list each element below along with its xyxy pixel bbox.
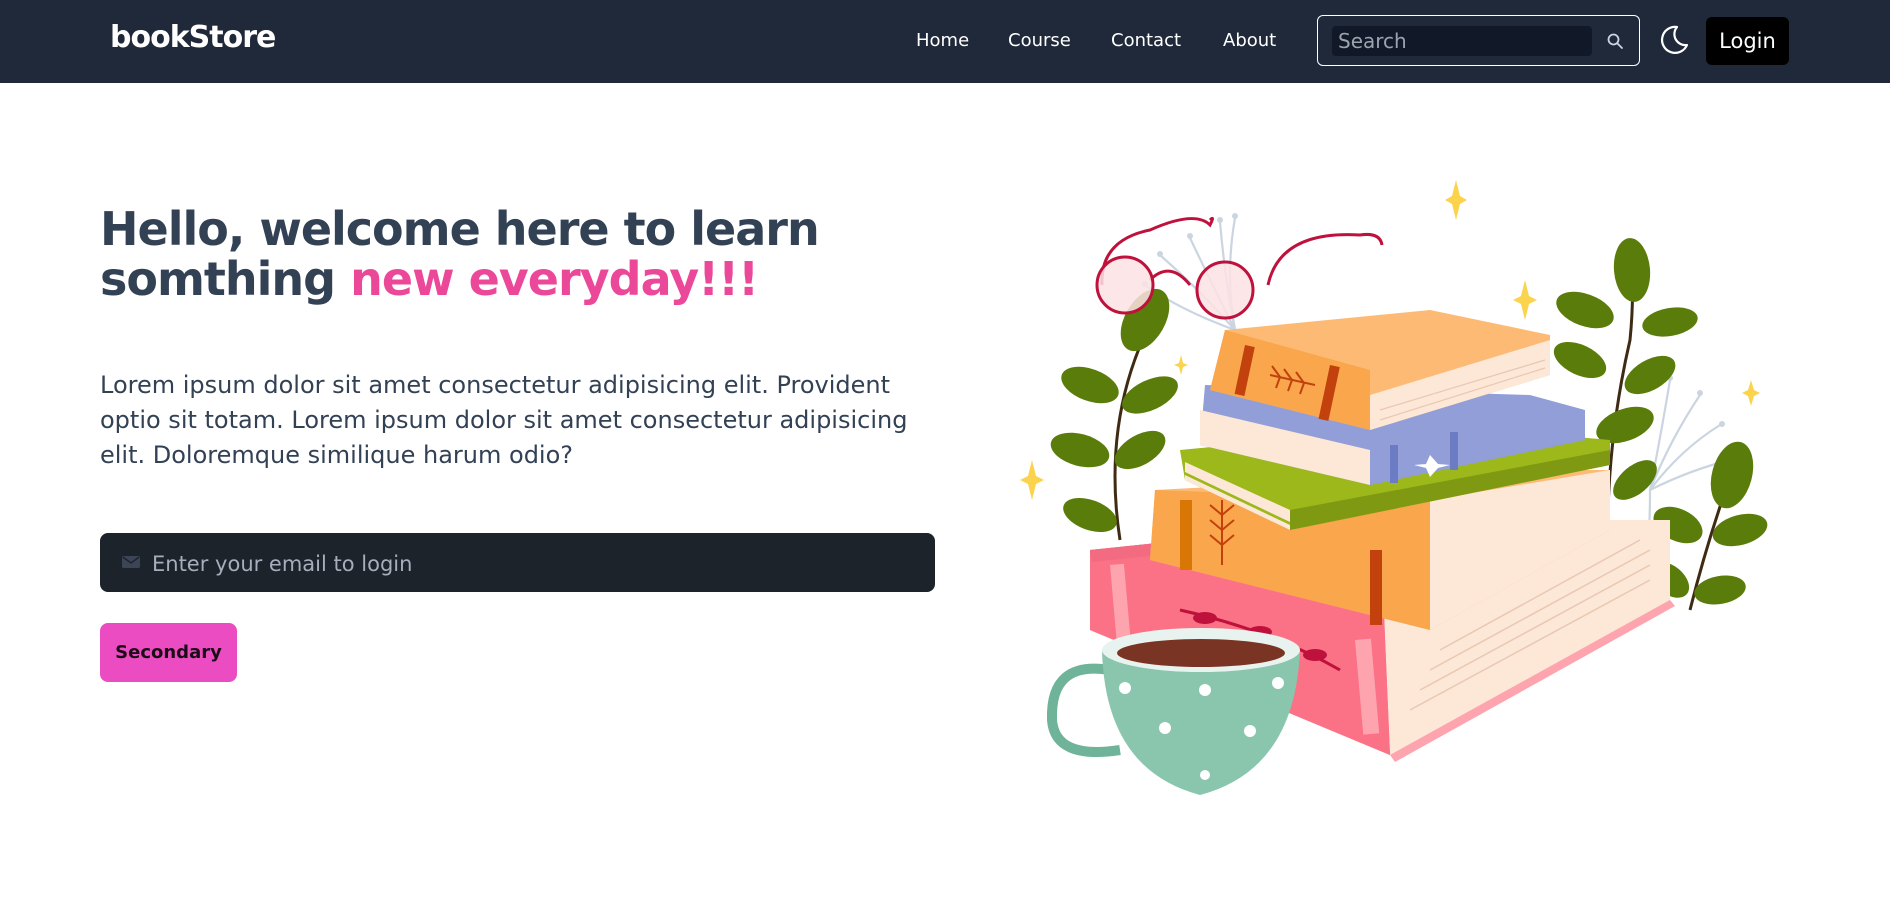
nav-link-home[interactable]: Home <box>916 30 969 51</box>
hero-title: Hello, welcome here to learn somthing ne… <box>100 204 860 304</box>
books-illustration <box>1020 180 1768 795</box>
search-icon[interactable] <box>1605 31 1625 51</box>
navbar: bookStore Home Course Contact About Logi… <box>0 0 1890 83</box>
moon-icon[interactable] <box>1657 23 1691 57</box>
nav-link-contact[interactable]: Contact <box>1111 30 1181 51</box>
login-button[interactable]: Login <box>1706 17 1789 65</box>
brand-logo[interactable]: bookStore <box>110 20 276 55</box>
hero-description: Lorem ipsum dolor sit amet consectetur a… <box>100 371 908 469</box>
email-input[interactable] <box>150 533 924 594</box>
nav-link-course[interactable]: Course <box>1008 30 1071 51</box>
nav-link-about[interactable]: About <box>1223 30 1276 51</box>
hero-title-accent: new everyday!!! <box>350 252 759 306</box>
mail-icon <box>122 556 140 568</box>
secondary-button[interactable]: Secondary <box>100 623 237 682</box>
search-input[interactable] <box>1332 26 1592 56</box>
email-field <box>100 533 935 594</box>
search-box <box>1317 15 1640 66</box>
